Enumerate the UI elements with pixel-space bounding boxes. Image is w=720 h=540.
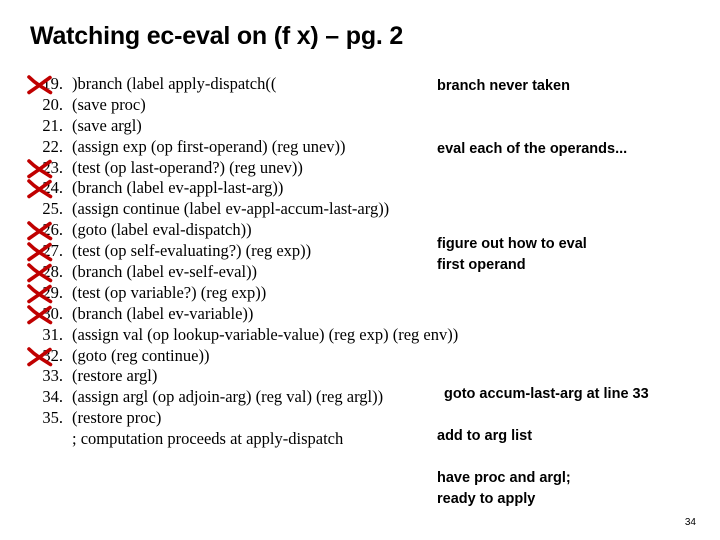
code-line-number: 29. xyxy=(42,282,63,302)
code-line-number: 31. xyxy=(42,324,63,344)
annotation-note: first operand xyxy=(437,257,526,273)
code-line: 31. (assign val (op lookup-variable-value… xyxy=(22,325,542,346)
code-line-text: (assign continue (label ev-appl-accum-la… xyxy=(72,199,390,219)
code-line: 25. (assign continue (label ev-appl-accum… xyxy=(22,199,542,220)
code-line-text: (assign argl (op adjoin-arg) (reg val) (… xyxy=(72,387,384,407)
code-line-text: (test (op last-operand?) (reg unev)) xyxy=(72,157,303,177)
code-line-number: 19. xyxy=(42,74,63,93)
code-line-text: (branch (label ev-appl-last-arg)) xyxy=(72,178,284,198)
code-line-text: (branch (label ev-self-eval)) xyxy=(72,262,258,282)
annotation-note: eval each of the operands... xyxy=(437,141,628,157)
annotation-note: ready to apply xyxy=(437,491,536,507)
code-line-number: 30. xyxy=(42,303,63,323)
code-line-number: 35. xyxy=(42,408,63,428)
code-line: 21. (save argl) xyxy=(22,116,542,137)
code-line-number: 27. xyxy=(42,241,63,261)
code-line-number: 33. xyxy=(42,366,63,386)
code-line-text: (test (op variable?) (reg exp)) xyxy=(72,282,267,302)
code-line-text: ; computation proceeds at apply-dispatch xyxy=(72,429,344,449)
code-line-number: 22. xyxy=(42,136,63,156)
code-line-text: (assign exp (op first-operand) (reg unev… xyxy=(72,136,346,156)
code-line-text: (assign val (op lookup-variable-value) (… xyxy=(72,324,459,344)
code-line-number: 32. xyxy=(42,345,63,365)
code-line: 30. (branch (label ev-variable)) xyxy=(22,304,542,325)
code-line-number: 34. xyxy=(42,387,63,407)
code-line-text: (branch (label ev-variable)) xyxy=(72,303,254,323)
code-line: 32. (goto (reg continue)) xyxy=(22,346,542,367)
code-line-text: )branch (label apply-dispatch(( xyxy=(72,74,277,93)
code-line-number: 23. xyxy=(42,157,63,177)
annotation-note: branch never taken xyxy=(437,78,570,94)
code-line-number: 21. xyxy=(42,115,63,135)
code-line-number: 20. xyxy=(42,94,63,114)
annotation-note: have proc and argl; xyxy=(437,470,571,486)
annotation-note: figure out how to eval xyxy=(437,236,587,252)
code-line-text: (goto (reg continue)) xyxy=(72,345,210,365)
annotation-note: goto accum-last-arg at line 33 xyxy=(444,386,649,402)
code-line-text: (restore proc) xyxy=(72,408,162,428)
code-line-text: (save proc) xyxy=(72,94,146,114)
code-line-number: 28. xyxy=(42,262,63,282)
page-number: 34 xyxy=(684,517,696,528)
code-line-text: (restore argl) xyxy=(72,366,158,386)
code-line-number: 25. xyxy=(42,199,63,219)
annotation-note: add to arg list xyxy=(437,428,533,444)
page-title: Watching ec-eval on (f x) – pg. 2 xyxy=(30,22,404,50)
code-line: 24. (branch (label ev-appl-last-arg)) xyxy=(22,178,542,199)
code-line-text: (test (op self-evaluating?) (reg exp)) xyxy=(72,241,312,261)
code-line: 29. (test (op variable?) (reg exp)) xyxy=(22,283,542,304)
code-line: 23. (test (op last-operand?) (reg unev)) xyxy=(22,158,542,179)
code-line-number: 26. xyxy=(42,220,63,240)
code-line: 20. (save proc) xyxy=(22,95,542,116)
code-line-text: (goto (label eval-dispatch)) xyxy=(72,220,252,240)
code-line-text: (save argl) xyxy=(72,115,142,135)
code-line-number: 24. xyxy=(42,178,63,198)
